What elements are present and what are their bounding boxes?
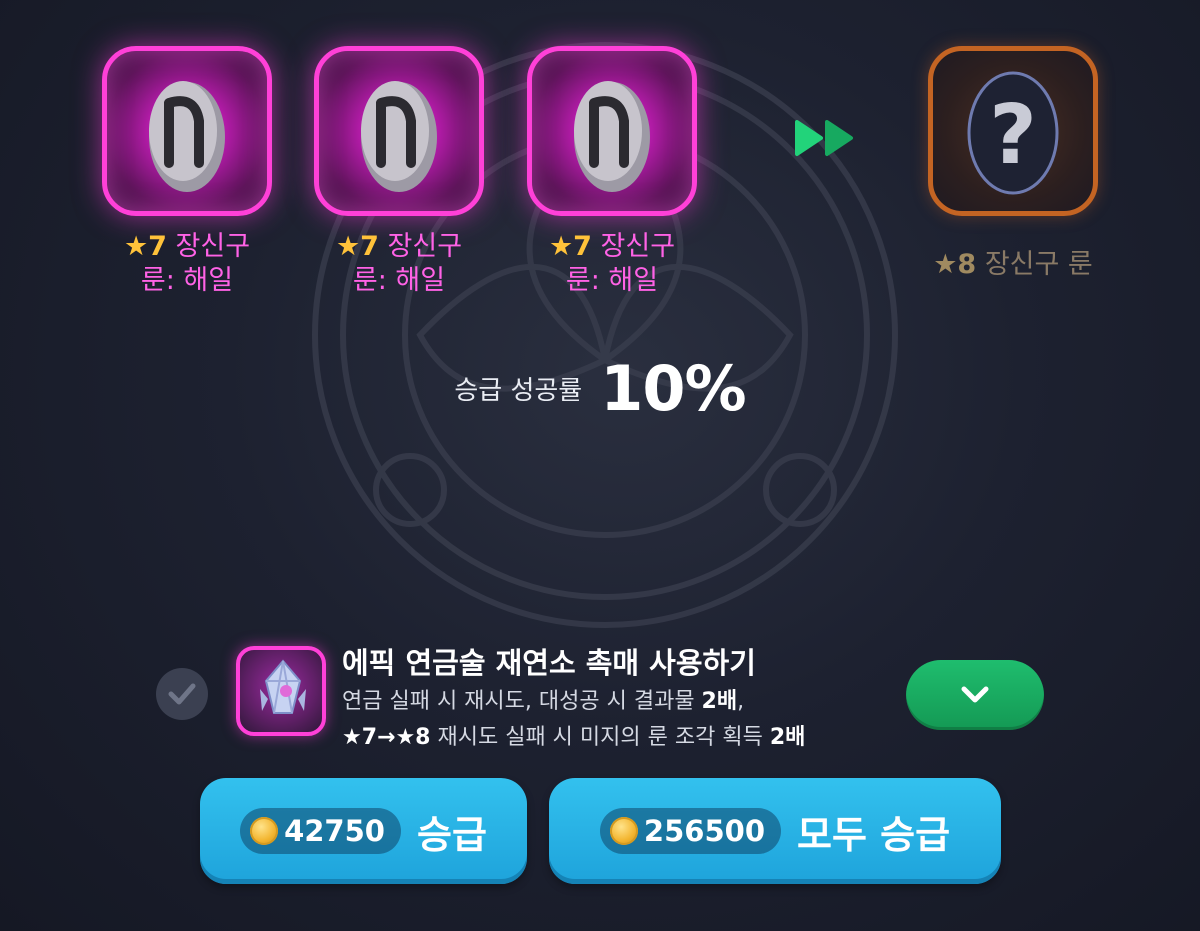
upgrade-all-cost: 256500 <box>643 814 765 848</box>
material-rune-label-1: ★7 장신구 룬: 해일 <box>123 231 251 296</box>
catalyst-checkbox[interactable] <box>156 668 208 720</box>
upgrade-cost: 42750 <box>284 814 385 848</box>
upgrade-button[interactable]: 42750 승급 <box>200 778 527 884</box>
rune-stone-icon <box>361 81 437 192</box>
material-rune-slot-3[interactable] <box>527 46 697 216</box>
catalyst-crystal-icon <box>236 646 326 736</box>
success-rate-row: 승급 성공률 10% <box>0 352 1200 425</box>
upgrade-button-label: 승급 <box>416 812 487 857</box>
rune-stone-icon <box>574 81 650 192</box>
checkmark-icon <box>168 683 196 705</box>
upgrade-all-button-label: 모두 승급 <box>797 812 951 857</box>
success-rate-value: 10% <box>600 352 746 425</box>
upgrade-all-cost-pill: 256500 <box>599 808 781 854</box>
fast-forward-arrow-icon <box>795 120 853 156</box>
upgrade-cost-pill: 42750 <box>240 808 401 854</box>
material-rune-slot-2[interactable] <box>314 46 484 216</box>
material-rune-label-3: ★7 장신구 룬: 해일 <box>548 231 676 296</box>
catalyst-expand-button[interactable] <box>906 660 1044 730</box>
result-rune-slot[interactable]: ? <box>928 46 1098 216</box>
rune-stone-icon <box>149 81 225 192</box>
chevron-down-icon <box>961 686 989 703</box>
catalyst-title: 에픽 연금술 재연소 촉매 사용하기 <box>342 646 756 680</box>
upgrade-all-button[interactable]: 256500 모두 승급 <box>549 778 1001 884</box>
svg-text:?: ? <box>989 88 1037 183</box>
crystal-icon <box>260 659 306 714</box>
success-rate-label: 승급 성공률 <box>454 376 583 406</box>
catalyst-description: 연금 실패 시 재시도, 대성공 시 결과물 2배, ★7→★8 재시도 실패 … <box>342 689 806 750</box>
result-rune-label: ★8 장신구 룬 <box>933 249 1093 280</box>
material-rune-label-2: ★7 장신구 룬: 해일 <box>335 231 463 296</box>
material-rune-slot-1[interactable] <box>102 46 272 216</box>
gold-coin-icon <box>250 817 279 845</box>
gold-coin-icon <box>609 817 638 845</box>
question-mark-icon: ? <box>967 71 1059 195</box>
